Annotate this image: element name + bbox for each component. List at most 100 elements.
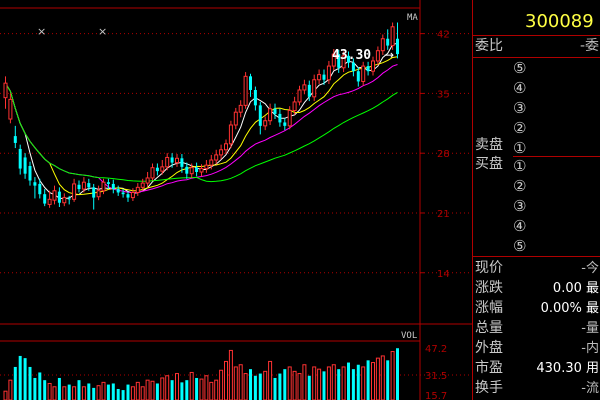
volume-bar[interactable] (121, 390, 125, 400)
volume-bar[interactable] (375, 357, 380, 400)
candle[interactable] (145, 171, 150, 188)
candle[interactable] (28, 161, 32, 186)
volume-bar[interactable] (175, 373, 179, 400)
volume-bar[interactable] (249, 369, 252, 400)
volume-bar[interactable] (258, 373, 262, 400)
candle[interactable] (366, 61, 370, 76)
volume-series[interactable] (3, 348, 399, 400)
volume-bar[interactable] (67, 384, 71, 400)
volume-bar[interactable] (283, 369, 287, 400)
volume-bar[interactable] (253, 375, 257, 400)
candle[interactable] (263, 116, 268, 131)
candle[interactable] (175, 154, 179, 167)
volume-bar[interactable] (396, 348, 399, 400)
candle[interactable] (96, 185, 101, 201)
volume-bar[interactable] (366, 360, 370, 400)
volume-bar[interactable] (185, 380, 189, 400)
volume-bar[interactable] (341, 366, 346, 400)
volume-bar[interactable] (81, 386, 86, 400)
candle[interactable] (283, 118, 287, 131)
volume-bar[interactable] (106, 384, 110, 400)
candle[interactable] (317, 69, 322, 85)
volume-bar[interactable] (189, 371, 194, 400)
candle[interactable] (390, 22, 395, 50)
volume-bar[interactable] (292, 370, 297, 400)
volume-bar[interactable] (322, 371, 326, 400)
volume-bar[interactable] (160, 377, 165, 400)
volume-bar[interactable] (390, 351, 395, 400)
candle[interactable] (57, 187, 61, 207)
volume-bar[interactable] (8, 379, 13, 400)
candle[interactable] (195, 162, 199, 177)
volume-bar[interactable] (263, 370, 268, 400)
volume-bar[interactable] (302, 364, 307, 400)
volume-bar[interactable] (28, 366, 32, 400)
volume-bar[interactable] (273, 377, 277, 400)
volume-bar[interactable] (386, 360, 390, 400)
volume-bar[interactable] (199, 378, 204, 400)
candle[interactable] (116, 185, 120, 196)
volume-bar[interactable] (87, 383, 91, 400)
volume-bar[interactable] (307, 375, 311, 400)
volume-bar[interactable] (92, 387, 96, 400)
volume-bar[interactable] (135, 381, 140, 400)
candle[interactable] (361, 61, 366, 86)
volume-bar[interactable] (3, 390, 8, 400)
volume-bar[interactable] (238, 364, 243, 400)
volume-bar[interactable] (214, 379, 219, 400)
candle[interactable] (243, 72, 248, 109)
volume-bar[interactable] (243, 373, 248, 400)
volume-bar[interactable] (18, 355, 22, 400)
volume-bar[interactable] (145, 379, 150, 400)
volume-bar[interactable] (287, 366, 292, 400)
candle[interactable] (371, 56, 375, 76)
candle[interactable] (228, 120, 233, 149)
kline-chart[interactable]: 42 35 28 21 14 47.2 31.5 15.7 MA × × 43.30 → VO… (0, 0, 472, 400)
volume-bar[interactable] (228, 349, 233, 400)
candle[interactable] (297, 85, 302, 106)
candle[interactable] (111, 179, 115, 194)
volume-bar[interactable] (371, 362, 375, 400)
candle[interactable] (302, 79, 307, 95)
volume-bar[interactable] (195, 377, 199, 400)
candle[interactable] (52, 185, 57, 205)
volume-bar[interactable] (380, 355, 385, 400)
candle[interactable] (268, 103, 273, 126)
volume-bar[interactable] (13, 366, 17, 400)
volume-bar[interactable] (62, 386, 67, 400)
volume-bar[interactable] (130, 386, 135, 400)
volume-bar[interactable] (170, 380, 174, 400)
volume-bar[interactable] (180, 382, 184, 400)
volume-bar[interactable] (72, 386, 77, 400)
candle[interactable] (233, 107, 238, 130)
volume-bar[interactable] (140, 386, 145, 400)
candle[interactable] (23, 153, 27, 179)
candle[interactable] (375, 46, 380, 66)
candle[interactable] (62, 193, 67, 207)
volume-bar[interactable] (331, 364, 336, 400)
candle[interactable] (249, 73, 252, 97)
volume-bar[interactable] (43, 380, 47, 400)
volume-bar[interactable] (47, 382, 52, 400)
volume-bar[interactable] (126, 384, 130, 400)
candle[interactable] (204, 160, 209, 173)
candle[interactable] (238, 100, 243, 118)
volume-bar[interactable] (224, 360, 228, 400)
candle[interactable] (13, 125, 17, 149)
volume-bar[interactable] (116, 388, 120, 400)
candle[interactable] (278, 108, 282, 127)
volume-bar[interactable] (317, 368, 322, 400)
volume-bar[interactable] (33, 377, 37, 400)
volume-bar[interactable] (233, 366, 238, 400)
volume-bar[interactable] (57, 377, 61, 400)
volume-bar[interactable] (351, 369, 355, 400)
candle[interactable] (312, 74, 317, 102)
candle[interactable] (126, 191, 130, 202)
candle[interactable] (253, 86, 257, 111)
candle[interactable] (92, 183, 96, 210)
candle[interactable] (18, 144, 22, 175)
candle[interactable] (150, 163, 155, 181)
candle[interactable] (121, 189, 125, 198)
volume-bar[interactable] (101, 381, 106, 400)
volume-bar[interactable] (155, 383, 159, 400)
